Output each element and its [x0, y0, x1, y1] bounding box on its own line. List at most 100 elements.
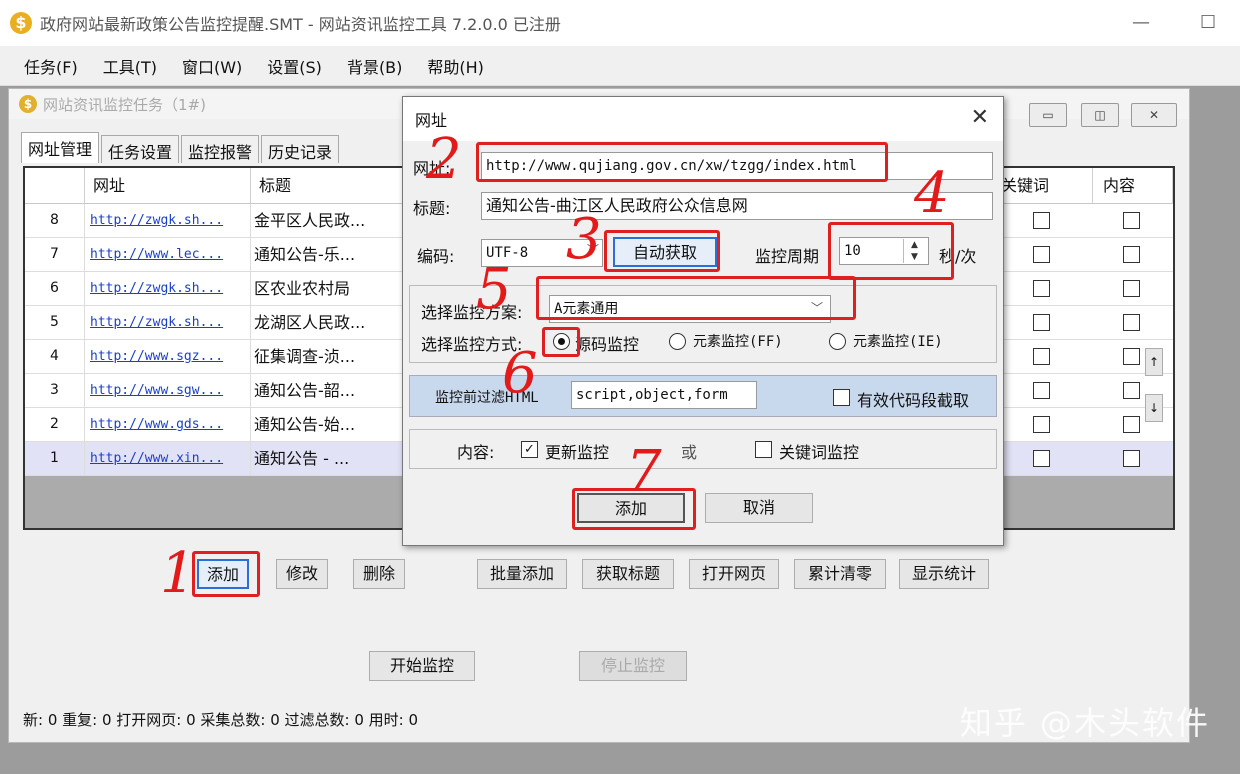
content-checkbox[interactable] [1123, 314, 1140, 331]
or-label: 或 [681, 443, 698, 462]
menu-help[interactable]: 帮助(H) [427, 54, 484, 78]
row-url[interactable]: http://www.gds... [85, 408, 251, 442]
row-num: 1 [25, 442, 85, 476]
mode-source-label: 源码监控 [575, 335, 640, 354]
mode-radio-ff[interactable] [669, 333, 686, 350]
mode-radio-ie[interactable] [829, 333, 846, 350]
row-title: 金平区人民政... [251, 204, 421, 238]
tab-task-settings[interactable]: 任务设置 [101, 135, 180, 163]
row-title: 通知公告-乐... [251, 238, 421, 272]
menu-tools[interactable]: 工具(T) [103, 54, 157, 78]
highlight-box-2 [476, 142, 888, 182]
header-content[interactable]: 内容 [1093, 168, 1173, 204]
edit-button[interactable]: 修改 [276, 559, 328, 589]
maximize-button[interactable]: ☐ [1200, 12, 1216, 33]
tab-url-manage[interactable]: 网址管理 [21, 132, 100, 163]
keyword-checkbox[interactable] [1033, 382, 1050, 399]
content-checkbox[interactable] [1123, 280, 1140, 297]
menu-settings[interactable]: 设置(S) [267, 54, 322, 78]
window-title: 政府网站最新政策公告监控提醒.SMT - 网站资讯监控工具 7.2.0.0 已注… [40, 15, 561, 34]
encoding-label: 编码: [417, 247, 455, 266]
menu-background[interactable]: 背景(B) [347, 54, 402, 78]
keyword-checkbox[interactable] [1033, 416, 1050, 433]
valid-code-checkbox[interactable] [833, 389, 850, 406]
row-num: 5 [25, 306, 85, 340]
content-checkbox[interactable] [1123, 246, 1140, 263]
keyword-monitor-label: 关键词监控 [779, 443, 860, 462]
keyword-monitor-checkbox[interactable] [755, 441, 772, 458]
tab-alarm[interactable]: 监控报警 [181, 135, 260, 163]
task-window-title: 网站资讯监控任务（1#) [43, 95, 206, 114]
row-url[interactable]: http://zwgk.sh... [85, 306, 251, 340]
mdi-minimize-button[interactable]: ▭ [1029, 103, 1067, 127]
row-title: 通知公告-韶... [251, 374, 421, 408]
move-down-button[interactable]: ↓ [1145, 394, 1163, 422]
row-url[interactable]: http://zwgk.sh... [85, 204, 251, 238]
batch-add-button[interactable]: 批量添加 [477, 559, 567, 589]
content-checkbox[interactable] [1123, 212, 1140, 229]
tab-history[interactable]: 历史记录 [261, 135, 340, 163]
row-title: 区农业农村局 [251, 272, 421, 306]
row-num: 4 [25, 340, 85, 374]
keyword-checkbox[interactable] [1033, 212, 1050, 229]
content-checkbox[interactable] [1123, 450, 1140, 467]
row-title: 征集调查-浈... [251, 340, 421, 374]
minimize-button[interactable]: — [1132, 12, 1150, 33]
content-checkbox[interactable] [1123, 348, 1140, 365]
move-up-button[interactable]: ↑ [1145, 348, 1163, 376]
content-group [409, 429, 997, 469]
dialog-titlebar: 网址 [403, 97, 1003, 141]
dialog-cancel-button[interactable]: 取消 [705, 493, 813, 523]
row-url[interactable]: http://www.lec... [85, 238, 251, 272]
menu-bar: 任务(F) 工具(T) 窗口(W) 设置(S) 背景(B) 帮助(H) [0, 46, 1240, 86]
keyword-checkbox[interactable] [1033, 348, 1050, 365]
highlight-box-3 [604, 230, 720, 272]
row-url[interactable]: http://www.xin... [85, 442, 251, 476]
filter-input[interactable]: script,object,form [571, 381, 757, 409]
status-bar: 新: 0 重复: 0 打开网页: 0 采集总数: 0 过滤总数: 0 用时: 0 [23, 711, 419, 729]
header-num [25, 168, 85, 204]
open-page-button[interactable]: 打开网页 [689, 559, 779, 589]
content-checkbox[interactable] [1123, 416, 1140, 433]
highlight-box-6 [542, 327, 580, 357]
mode-ie-label: 元素监控(IE) [853, 334, 943, 350]
step-number-7: 7 [626, 439, 662, 504]
content-label: 内容: [457, 443, 495, 462]
row-url[interactable]: http://www.sgz... [85, 340, 251, 374]
start-monitor-button[interactable]: 开始监控 [369, 651, 475, 681]
row-url[interactable]: http://www.sgw... [85, 374, 251, 408]
keyword-checkbox[interactable] [1033, 450, 1050, 467]
dollar-icon: $ [10, 12, 32, 34]
row-num: 2 [25, 408, 85, 442]
row-title: 通知公告-始... [251, 408, 421, 442]
show-stats-button[interactable]: 显示统计 [899, 559, 989, 589]
step-number-1: 1 [160, 541, 196, 606]
row-url[interactable]: http://zwgk.sh... [85, 272, 251, 306]
mode-ff-label: 元素监控(FF) [693, 334, 783, 350]
highlight-box-4 [828, 222, 954, 280]
row-num: 6 [25, 272, 85, 306]
menu-window[interactable]: 窗口(W) [182, 54, 242, 78]
mdi-restore-button[interactable]: ◫ [1081, 103, 1119, 127]
reset-count-button[interactable]: 累计清零 [794, 559, 886, 589]
delete-button[interactable]: 删除 [353, 559, 405, 589]
step-number-4: 4 [914, 161, 950, 226]
step-number-3: 3 [566, 207, 602, 272]
valid-code-label: 有效代码段截取 [857, 391, 970, 410]
row-title: 通知公告 - ... [251, 442, 421, 476]
get-title-button[interactable]: 获取标题 [582, 559, 674, 589]
keyword-checkbox[interactable] [1033, 246, 1050, 263]
update-monitor-checkbox[interactable]: ✓ [521, 441, 538, 458]
content-checkbox[interactable] [1123, 382, 1140, 399]
highlight-box-5 [536, 276, 856, 320]
highlight-box-1 [192, 551, 260, 597]
update-monitor-label: 更新监控 [545, 443, 610, 462]
header-keyword[interactable]: 关键词 [1001, 168, 1093, 204]
keyword-checkbox[interactable] [1033, 314, 1050, 331]
keyword-checkbox[interactable] [1033, 280, 1050, 297]
step-number-6: 6 [502, 341, 538, 406]
header-url[interactable]: 网址 [85, 168, 251, 204]
close-icon[interactable]: ✕ [971, 105, 989, 130]
menu-task[interactable]: 任务(F) [24, 54, 78, 78]
mdi-close-button[interactable]: ✕ [1131, 103, 1177, 127]
